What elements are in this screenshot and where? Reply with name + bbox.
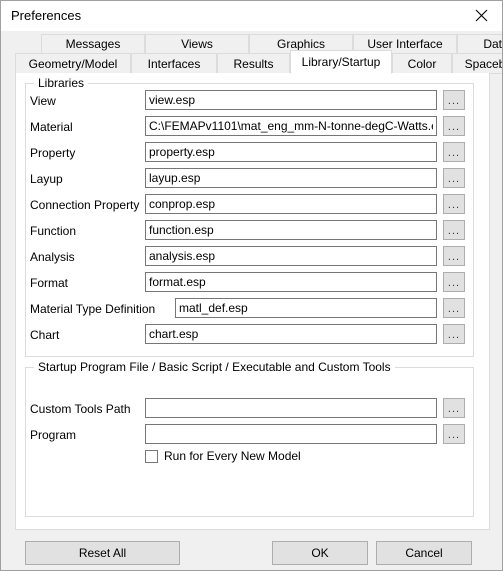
browse-layup-button[interactable]: ... xyxy=(443,168,465,188)
libraries-group-title: Libraries xyxy=(34,76,89,90)
label-material-type-definition: Material Type Definition xyxy=(30,302,156,316)
input-connection-property[interactable] xyxy=(145,194,437,214)
browse-property-button[interactable]: ... xyxy=(443,142,465,162)
browse-format-button[interactable]: ... xyxy=(443,272,465,292)
input-function[interactable] xyxy=(145,220,437,240)
browse-connection-property-button[interactable]: ... xyxy=(443,194,465,214)
label-property: Property xyxy=(30,146,76,160)
reset-all-button[interactable]: Reset All xyxy=(25,541,180,565)
tab-strip: Messages Views Graphics User Interface D… xyxy=(15,34,502,74)
tab-spaceball[interactable]: Spaceball xyxy=(452,53,502,74)
label-material: Material xyxy=(30,120,73,134)
tab-messages[interactable]: Messages xyxy=(41,34,145,54)
run-for-every-new-model-label: Run for Every New Model xyxy=(164,449,301,463)
close-icon[interactable] xyxy=(459,1,502,30)
browse-chart-button[interactable]: ... xyxy=(443,324,465,344)
label-connection-property: Connection Property xyxy=(30,198,140,212)
label-custom-tools-path: Custom Tools Path xyxy=(30,402,131,416)
label-chart: Chart xyxy=(30,328,60,342)
browse-analysis-button[interactable]: ... xyxy=(443,246,465,266)
input-material[interactable] xyxy=(145,116,437,136)
label-function: Function xyxy=(30,224,77,238)
preferences-dialog: Preferences Messages Views Graphics User… xyxy=(0,0,503,571)
input-custom-tools-path[interactable] xyxy=(145,398,437,418)
input-material-type-definition[interactable] xyxy=(175,298,437,318)
label-view: View xyxy=(30,94,56,108)
browse-function-button[interactable]: ... xyxy=(443,220,465,240)
browse-view-button[interactable]: ... xyxy=(443,90,465,110)
input-view[interactable] xyxy=(145,90,437,110)
tab-library-startup[interactable]: Library/Startup xyxy=(290,50,392,74)
label-program: Program xyxy=(30,428,77,442)
input-analysis[interactable] xyxy=(145,246,437,266)
window-title: Preferences xyxy=(11,8,82,23)
browse-material-type-definition-button[interactable]: ... xyxy=(443,298,465,318)
label-layup: Layup xyxy=(30,172,63,186)
input-chart[interactable] xyxy=(145,324,437,344)
tab-page-library-startup: Libraries Startup Program File / Basic S… xyxy=(15,73,490,530)
label-format: Format xyxy=(30,276,69,290)
checkbox-box-icon[interactable] xyxy=(145,449,158,463)
input-format[interactable] xyxy=(145,272,437,292)
startup-group-title: Startup Program File / Basic Script / Ex… xyxy=(34,360,395,374)
tab-interfaces[interactable]: Interfaces xyxy=(131,53,217,74)
run-for-every-new-model-checkbox[interactable]: Run for Every New Model xyxy=(145,449,301,463)
label-analysis: Analysis xyxy=(30,250,75,264)
tab-database[interactable]: Database xyxy=(457,34,502,54)
tab-color[interactable]: Color xyxy=(392,53,452,74)
cancel-button[interactable]: Cancel xyxy=(376,541,472,565)
input-property[interactable] xyxy=(145,142,437,162)
title-bar: Preferences xyxy=(1,1,502,31)
tab-views[interactable]: Views xyxy=(145,34,249,54)
browse-material-button[interactable]: ... xyxy=(443,116,465,136)
ok-button[interactable]: OK xyxy=(272,541,368,565)
tab-results[interactable]: Results xyxy=(217,53,290,74)
browse-program-button[interactable]: ... xyxy=(443,424,465,444)
input-program[interactable] xyxy=(145,424,437,444)
input-layup[interactable] xyxy=(145,168,437,188)
tab-geometry-model[interactable]: Geometry/Model xyxy=(15,53,131,74)
browse-custom-tools-path-button[interactable]: ... xyxy=(443,398,465,418)
